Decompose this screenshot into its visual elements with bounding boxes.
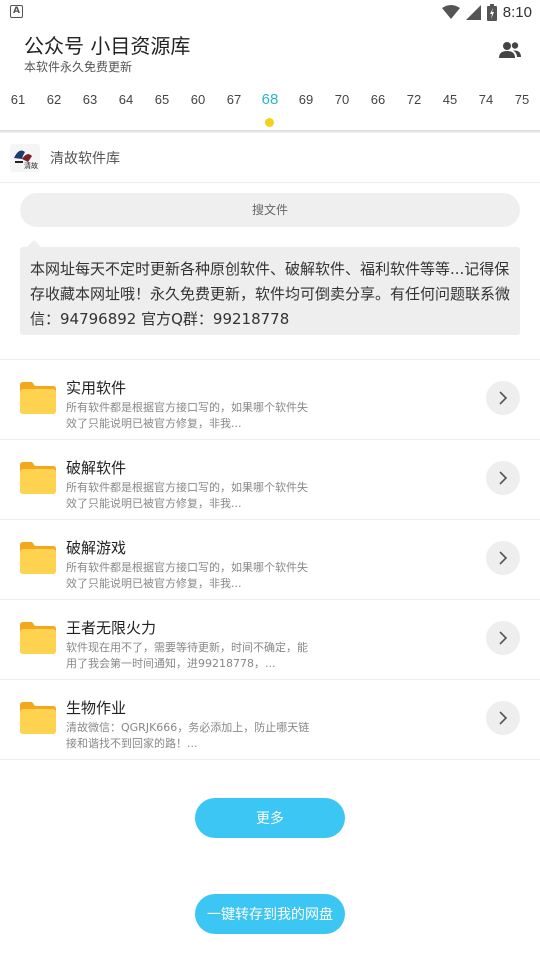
item-title: 生物作业 [66,699,127,717]
chevron-right-icon [499,711,508,725]
open-button[interactable] [486,621,520,655]
item-title: 破解软件 [66,459,127,477]
tab-64[interactable]: 64 [108,92,144,107]
notification-icon: A [10,5,23,18]
chevron-right-icon [499,551,508,565]
item-title: 实用软件 [66,379,127,397]
page-subtitle: 本软件永久免费更新 [24,60,133,74]
save-to-drive-button[interactable]: 一键转存到我的网盘 [195,894,345,934]
search-input[interactable] [20,193,520,227]
tab-45[interactable]: 45 [432,92,468,107]
tab-67[interactable]: 67 [216,92,252,107]
site-name: 清故软件库 [50,151,120,167]
folder-list: 实用软件 所有软件都是根据官方接口写的，如果哪个软件失效了只能说明已被官方修复，… [0,360,540,760]
list-item[interactable]: 破解软件 所有软件都是根据官方接口写的，如果哪个软件失效了只能说明已被官方修复，… [0,440,540,520]
folder-icon [20,702,56,734]
tab-72[interactable]: 72 [396,92,432,107]
site-header[interactable]: 清故 清故软件库 [0,133,540,183]
page-title: 公众号 小目资源库 [24,34,191,58]
tab-70[interactable]: 70 [324,92,360,107]
tab-68[interactable]: 68 [252,91,288,108]
chevron-right-icon [499,631,508,645]
item-description: 软件现在用不了，需要等待更新，时间不确定，能用了我会第一时间通知，进992187… [66,641,308,670]
tab-65[interactable]: 65 [144,92,180,107]
list-item[interactable]: 破解游戏 所有软件都是根据官方接口写的，如果哪个软件失效了只能说明已被官方修复，… [0,520,540,600]
list-item[interactable]: 生物作业 清故微信：QGRJK666，务必添加上，防止哪天链接和谐找不到回家的路… [0,680,540,760]
signal-icon [465,4,481,20]
tab-61[interactable]: 61 [0,92,36,107]
folder-icon [20,382,56,414]
more-button[interactable]: 更多 [195,798,345,838]
clock: 8:10 [502,3,532,21]
active-tab-indicator [265,118,274,127]
item-title: 王者无限火力 [66,619,157,637]
open-button[interactable] [486,701,520,735]
folder-icon [20,542,56,574]
tab-63[interactable]: 63 [72,92,108,107]
folder-icon [20,622,56,654]
people-icon [499,42,521,58]
tab-69[interactable]: 69 [288,92,324,107]
status-icons: 8:10 [441,2,532,22]
open-button[interactable] [486,381,520,415]
category-tabs: 61 62 63 64 65 60 67 68 69 70 66 72 45 74 75 [0,91,540,118]
open-button[interactable] [486,541,520,575]
item-description: 所有软件都是根据官方接口写的，如果哪个软件失效了只能说明已被官方修复，非我... [66,401,308,430]
notice-text: 本网址每天不定时更新各种原创软件、破解软件、福利软件等等...记得保存收藏本网址… [20,247,520,335]
tab-66[interactable]: 66 [360,92,396,107]
open-button[interactable] [486,461,520,495]
wifi-icon [441,5,460,19]
list-item[interactable]: 实用软件 所有软件都是根据官方接口写的，如果哪个软件失效了只能说明已被官方修复，… [0,360,540,440]
list-item[interactable]: 王者无限火力 软件现在用不了，需要等待更新，时间不确定，能用了我会第一时间通知，… [0,600,540,680]
battery-icon [486,3,497,21]
tab-60[interactable]: 60 [180,92,216,107]
chevron-right-icon [499,391,508,405]
chevron-right-icon [499,471,508,485]
tab-62[interactable]: 62 [36,92,72,107]
item-description: 所有软件都是根据官方接口写的，如果哪个软件失效了只能说明已被官方修复，非我... [66,561,308,590]
site-logo: 清故 [10,144,40,172]
tab-74[interactable]: 74 [468,92,504,107]
status-bar: A 8:10 [0,0,540,24]
tab-75[interactable]: 75 [504,92,540,107]
item-description: 清故微信：QGRJK666，务必添加上，防止哪天链接和谐找不到回家的路！... [66,721,310,750]
item-title: 破解游戏 [66,539,127,557]
folder-icon [20,462,56,494]
item-description: 所有软件都是根据官方接口写的，如果哪个软件失效了只能说明已被官方修复，非我... [66,481,308,510]
site-logo-text: 清故 [24,161,38,170]
people-button[interactable] [498,40,526,64]
